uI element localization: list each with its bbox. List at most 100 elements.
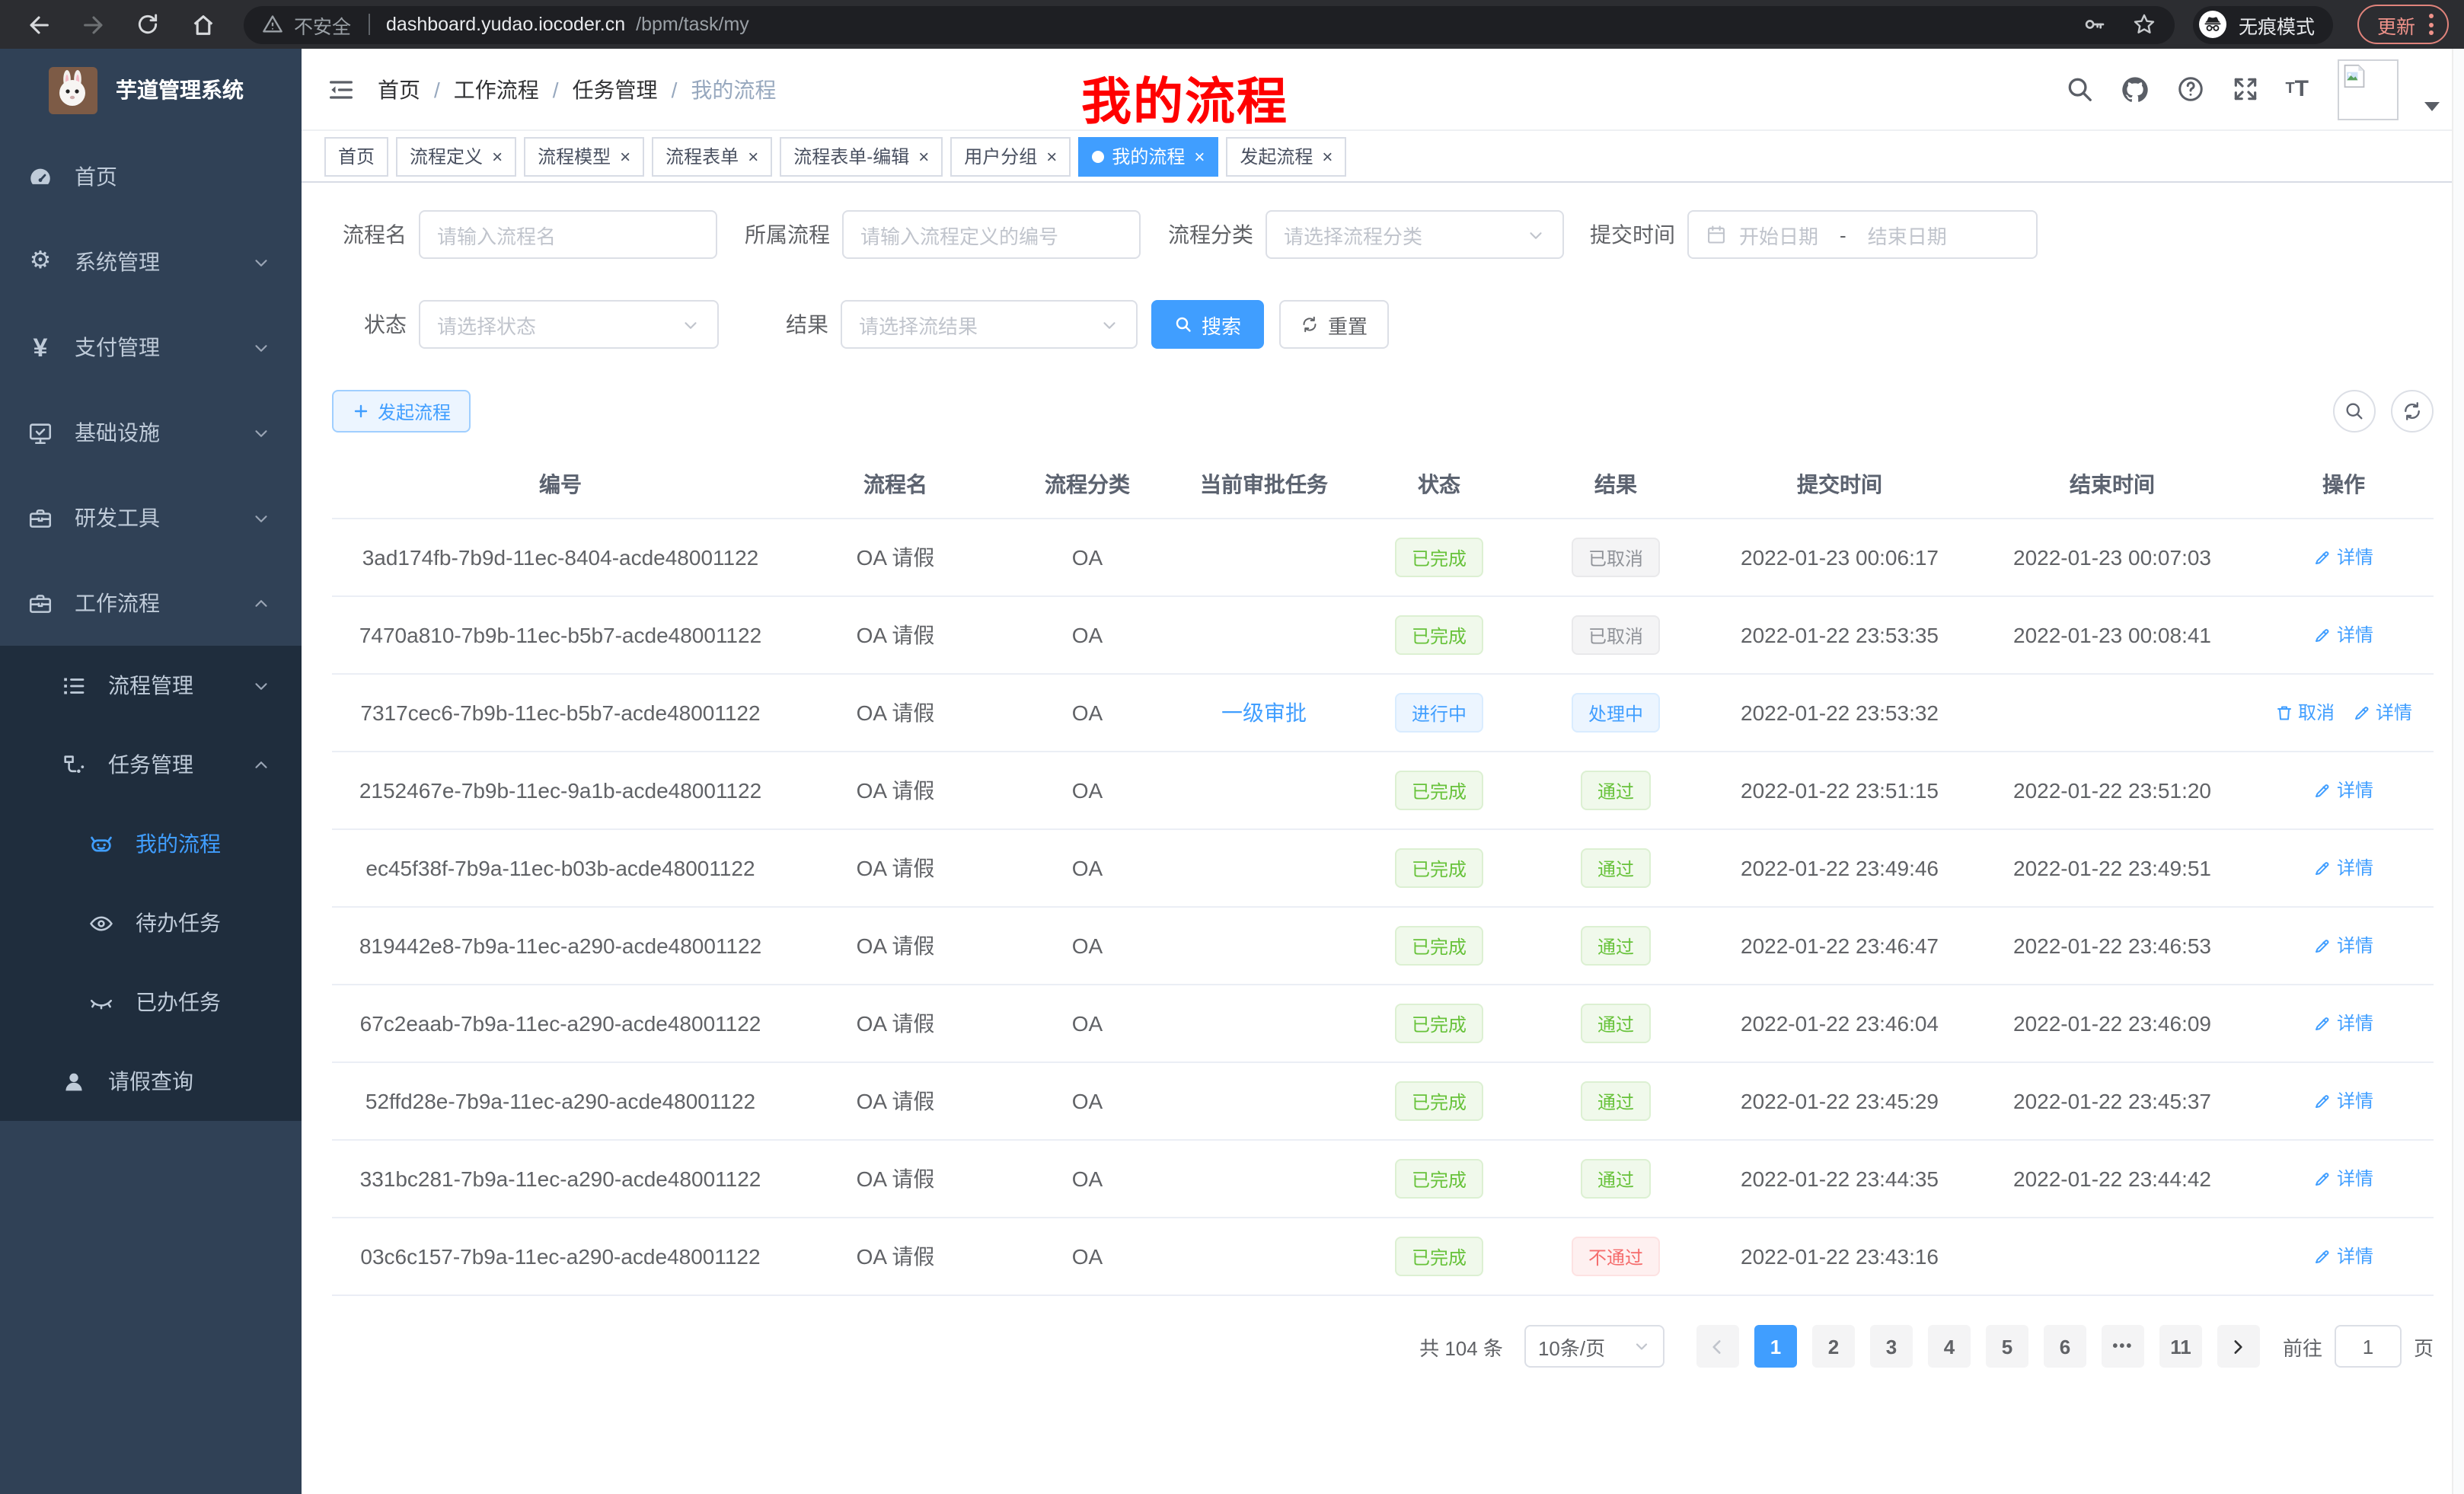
page-button-2[interactable]: 2 [1812,1325,1855,1368]
sidebar-item-请假查询[interactable]: 请假查询 [0,1042,302,1121]
breadcrumb-item[interactable]: 任务管理 [573,74,658,104]
help-icon[interactable] [2175,75,2204,104]
robot-icon [88,831,114,857]
filter-input-流程名[interactable]: 请输入流程名 [419,210,717,259]
action-详情[interactable]: 详情 [2314,933,2373,959]
home-icon[interactable] [180,5,225,44]
sidebar-item-我的流程[interactable]: 我的流程 [0,804,302,883]
tab-流程表单-编辑[interactable]: 流程表单-编辑× [780,136,943,176]
close-icon[interactable]: × [1194,147,1205,165]
action-详情[interactable]: 详情 [2314,544,2373,570]
page-button-11[interactable]: 11 [2159,1325,2202,1368]
search-icon[interactable] [2064,75,2093,104]
action-详情[interactable]: 详情 [2314,1010,2373,1036]
toggle-search-button[interactable] [2333,390,2376,433]
action-详情[interactable]: 详情 [2314,777,2373,803]
back-icon[interactable] [15,5,61,44]
action-详情[interactable]: 详情 [2314,855,2373,881]
sidebar-item-系统管理[interactable]: ⚙系统管理 [0,219,302,305]
action-详情[interactable]: 详情 [2314,1243,2373,1269]
filter-select-状态[interactable]: 请选择状态 [419,300,719,349]
password-key-icon[interactable] [2082,12,2106,37]
hamburger-icon[interactable] [326,74,356,104]
page-size-select[interactable]: 10条/页 [1524,1325,1664,1368]
task-link[interactable]: 一级审批 [1221,701,1307,725]
tab-label: 发起流程 [1240,143,1313,169]
tab-用户分组[interactable]: 用户分组× [950,136,1071,176]
breadcrumb-item[interactable]: 工作流程 [454,74,539,104]
font-size-icon[interactable]: TT [2285,76,2309,102]
tab-流程表单[interactable]: 流程表单× [652,136,772,176]
sidebar-item-待办任务[interactable]: 待办任务 [0,883,302,962]
sidebar-item-支付管理[interactable]: ¥支付管理 [0,305,302,390]
cell-submit-time: 2022-01-23 00:06:17 [1709,519,1971,596]
close-icon[interactable]: × [918,147,929,165]
filter-label: 结果 [774,309,841,340]
sidebar-item-label: 待办任务 [136,908,221,938]
search-button[interactable]: 搜索 [1151,300,1264,349]
refresh-button[interactable] [2391,390,2434,433]
tab-发起流程[interactable]: 发起流程 × [1226,136,1346,176]
sidebar-item-工作流程[interactable]: 工作流程 [0,560,302,646]
page-button-6[interactable]: 6 [2044,1325,2086,1368]
close-icon[interactable]: × [748,147,758,165]
cell-status: 已完成 [1355,1218,1523,1295]
sidebar-item-基础设施[interactable]: 基础设施 [0,390,302,475]
action-详情[interactable]: 详情 [2314,1166,2373,1192]
bookmark-star-icon[interactable] [2132,12,2156,37]
browser-menu-icon[interactable] [2429,14,2434,35]
close-icon[interactable]: × [492,147,503,165]
sidebar-item-流程管理[interactable]: 流程管理 [0,646,302,725]
action-取消[interactable]: 取消 [2275,700,2335,726]
filter-daterange-提交时间[interactable]: 开始日期-结束日期 [1687,210,2038,259]
tab-流程定义[interactable]: 流程定义× [396,136,516,176]
sidebar-item-任务管理[interactable]: 任务管理 [0,725,302,804]
column-header-结果: 结果 [1523,451,1709,519]
forward-icon[interactable] [70,5,116,44]
tab-流程模型[interactable]: 流程模型× [524,136,644,176]
breadcrumb-item[interactable]: 首页 [378,74,420,104]
security-label[interactable]: 不安全 [294,10,351,39]
action-详情[interactable]: 详情 [2353,700,2412,726]
next-page-button[interactable] [2217,1325,2260,1368]
sidebar-item-已办任务[interactable]: 已办任务 [0,962,302,1042]
page-button-5[interactable]: 5 [1986,1325,2028,1368]
close-icon[interactable]: × [1046,147,1057,165]
tab-我的流程[interactable]: 我的流程× [1078,136,1218,176]
create-process-button[interactable]: 发起流程 [332,390,471,433]
github-icon[interactable] [2119,74,2150,104]
reset-button[interactable]: 重置 [1279,300,1389,349]
page-button-4[interactable]: 4 [1928,1325,1971,1368]
app-logo-row[interactable]: 芋道管理系统 [0,49,302,131]
result-badge: 处理中 [1572,693,1660,733]
fullscreen-icon[interactable] [2230,75,2259,104]
update-label[interactable]: 更新 [2377,10,2415,39]
page-ellipsis[interactable]: ••• [2102,1325,2144,1368]
close-icon[interactable]: × [620,147,630,165]
goto-label: 前往 [2283,1332,2322,1361]
search-icon [1174,315,1192,334]
avatar-caret-icon[interactable] [2424,101,2440,110]
cell-id: 331bc281-7b9a-11ec-a290-acde48001122 [332,1140,789,1218]
chrome-update-button[interactable]: 更新 [2357,5,2449,44]
page-button-3[interactable]: 3 [1870,1325,1913,1368]
page-unit-label: 页 [2414,1332,2434,1361]
avatar[interactable] [2338,59,2399,120]
scrollbar[interactable] [2452,49,2464,1494]
action-详情[interactable]: 详情 [2314,622,2373,648]
sidebar-item-首页[interactable]: 首页 [0,134,302,219]
reload-icon[interactable] [125,5,171,44]
prev-page-button[interactable] [1696,1325,1739,1368]
tab-首页[interactable]: 首页 [324,136,388,176]
close-icon[interactable]: × [1322,147,1333,165]
filter-input-所属流程[interactable]: 请输入流程定义的编号 [842,210,1141,259]
cell-result: 通过 [1523,985,1709,1062]
sidebar-item-研发工具[interactable]: 研发工具 [0,475,302,560]
filter-select-结果[interactable]: 请选择流结果 [841,300,1138,349]
annotation-text: 我的流程 [1081,61,1288,134]
page-button-1[interactable]: 1 [1754,1325,1797,1368]
action-详情[interactable]: 详情 [2314,1088,2373,1114]
address-bar[interactable]: 不安全 dashboard.yudao.iocoder.cn/bpm/task/… [244,5,2175,43]
filter-select-流程分类[interactable]: 请选择流程分类 [1266,210,1564,259]
goto-page-input[interactable]: 1 [2335,1325,2402,1368]
